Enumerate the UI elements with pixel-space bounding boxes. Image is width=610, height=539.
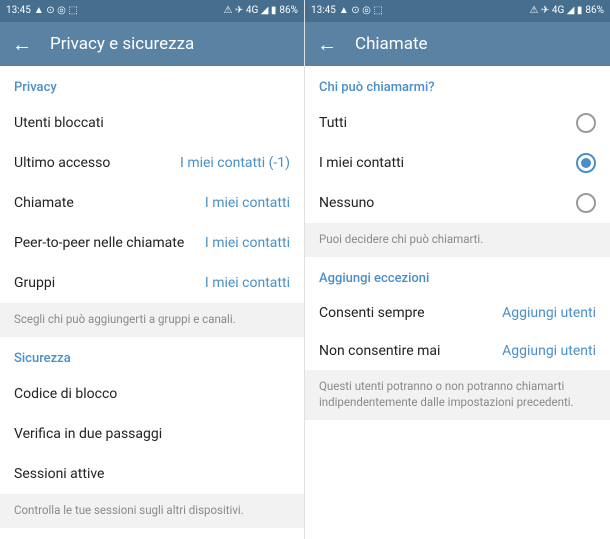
row-blocked-users[interactable]: Utenti bloccati — [0, 103, 304, 143]
row-twostep[interactable]: Verifica in due passaggi — [0, 414, 304, 454]
radio-label-everyone: Tutti — [319, 115, 347, 131]
info-sessions: Controlla le tue sessioni sugli altri di… — [0, 494, 304, 528]
info-exceptions: Questi utenti potranno o non potranno ch… — [305, 370, 610, 420]
row-p2p[interactable]: Peer-to-peer nelle chiamate I miei conta… — [0, 223, 304, 263]
radio-icon[interactable] — [576, 193, 596, 213]
value-calls: I miei contatti — [205, 195, 290, 211]
row-last-seen[interactable]: Ultimo accesso I miei contatti (-1) — [0, 143, 304, 183]
label-calls: Chiamate — [14, 195, 74, 211]
status-icons-right: ⚠ ✈ 4G ◢ ▮ — [224, 6, 277, 16]
row-calls[interactable]: Chiamate I miei contatti — [0, 183, 304, 223]
header-privacy: ← Privacy e sicurezza — [0, 22, 304, 66]
label-sessions: Sessioni attive — [14, 466, 104, 482]
label-never: Non consentire mai — [319, 343, 440, 359]
header-title: Privacy e sicurezza — [50, 34, 194, 54]
label-lastseen: Ultimo accesso — [14, 155, 110, 171]
content-calls: Chi può chiamarmi? Tutti I miei contatti… — [305, 66, 610, 539]
status-bar: 13:45 ▲ ⊙ ◎ ⬚ ⚠ ✈ 4G ◢ ▮ 86% — [305, 0, 610, 22]
row-never-allow[interactable]: Non consentire mai Aggiungi utenti — [305, 332, 610, 370]
status-icons-right: ⚠ ✈ 4G ◢ ▮ — [530, 6, 583, 16]
value-never: Aggiungi utenti — [502, 343, 596, 359]
label-groups: Gruppi — [14, 275, 55, 291]
label-blocked: Utenti bloccati — [14, 115, 104, 131]
row-always-allow[interactable]: Consenti sempre Aggiungi utenti — [305, 294, 610, 332]
value-p2p: I miei contatti — [205, 235, 290, 251]
section-header-exceptions: Aggiungi eccezioni — [305, 257, 610, 294]
section-header-privacy: Privacy — [0, 66, 304, 103]
radio-icon-selected[interactable] — [576, 153, 596, 173]
row-groups[interactable]: Gruppi I miei contatti — [0, 263, 304, 303]
label-passcode: Codice di blocco — [14, 386, 117, 402]
radio-row-contacts[interactable]: I miei contatti — [305, 143, 610, 183]
row-passcode[interactable]: Codice di blocco — [0, 374, 304, 414]
value-always: Aggiungi utenti — [502, 305, 596, 321]
info-who: Puoi decidere chi può chiamarti. — [305, 223, 610, 257]
status-icons-left: ▲ ⊙ ◎ ⬚ — [34, 6, 78, 16]
radio-row-everyone[interactable]: Tutti — [305, 103, 610, 143]
radio-icon[interactable] — [576, 113, 596, 133]
info-groups: Scegli chi può aggiungerti a gruppi e ca… — [0, 303, 304, 337]
screen-privacy-security: 13:45 ▲ ⊙ ◎ ⬚ ⚠ ✈ 4G ◢ ▮ 86% ← Privacy e… — [0, 0, 305, 539]
row-sessions[interactable]: Sessioni attive — [0, 454, 304, 494]
value-lastseen: I miei contatti (-1) — [180, 155, 290, 171]
status-battery: 86% — [585, 6, 604, 16]
status-icons-left: ▲ ⊙ ◎ ⬚ — [339, 6, 383, 16]
back-arrow-icon[interactable]: ← — [317, 34, 337, 54]
label-p2p: Peer-to-peer nelle chiamate — [14, 235, 184, 251]
status-battery: 86% — [279, 6, 298, 16]
content-privacy: Privacy Utenti bloccati Ultimo accesso I… — [0, 66, 304, 539]
back-arrow-icon[interactable]: ← — [12, 34, 32, 54]
label-twostep: Verifica in due passaggi — [14, 426, 162, 442]
radio-label-contacts: I miei contatti — [319, 155, 404, 171]
status-time: 13:45 — [311, 6, 336, 16]
radio-label-nobody: Nessuno — [319, 195, 374, 211]
screen-calls: 13:45 ▲ ⊙ ◎ ⬚ ⚠ ✈ 4G ◢ ▮ 86% ← Chiamate … — [305, 0, 610, 539]
value-groups: I miei contatti — [205, 275, 290, 291]
section-header-who: Chi può chiamarmi? — [305, 66, 610, 103]
status-time: 13:45 — [6, 6, 31, 16]
label-always: Consenti sempre — [319, 305, 425, 321]
radio-row-nobody[interactable]: Nessuno — [305, 183, 610, 223]
header-title: Chiamate — [355, 34, 428, 54]
section-header-security: Sicurezza — [0, 337, 304, 374]
header-calls: ← Chiamate — [305, 22, 610, 66]
status-bar: 13:45 ▲ ⊙ ◎ ⬚ ⚠ ✈ 4G ◢ ▮ 86% — [0, 0, 304, 22]
